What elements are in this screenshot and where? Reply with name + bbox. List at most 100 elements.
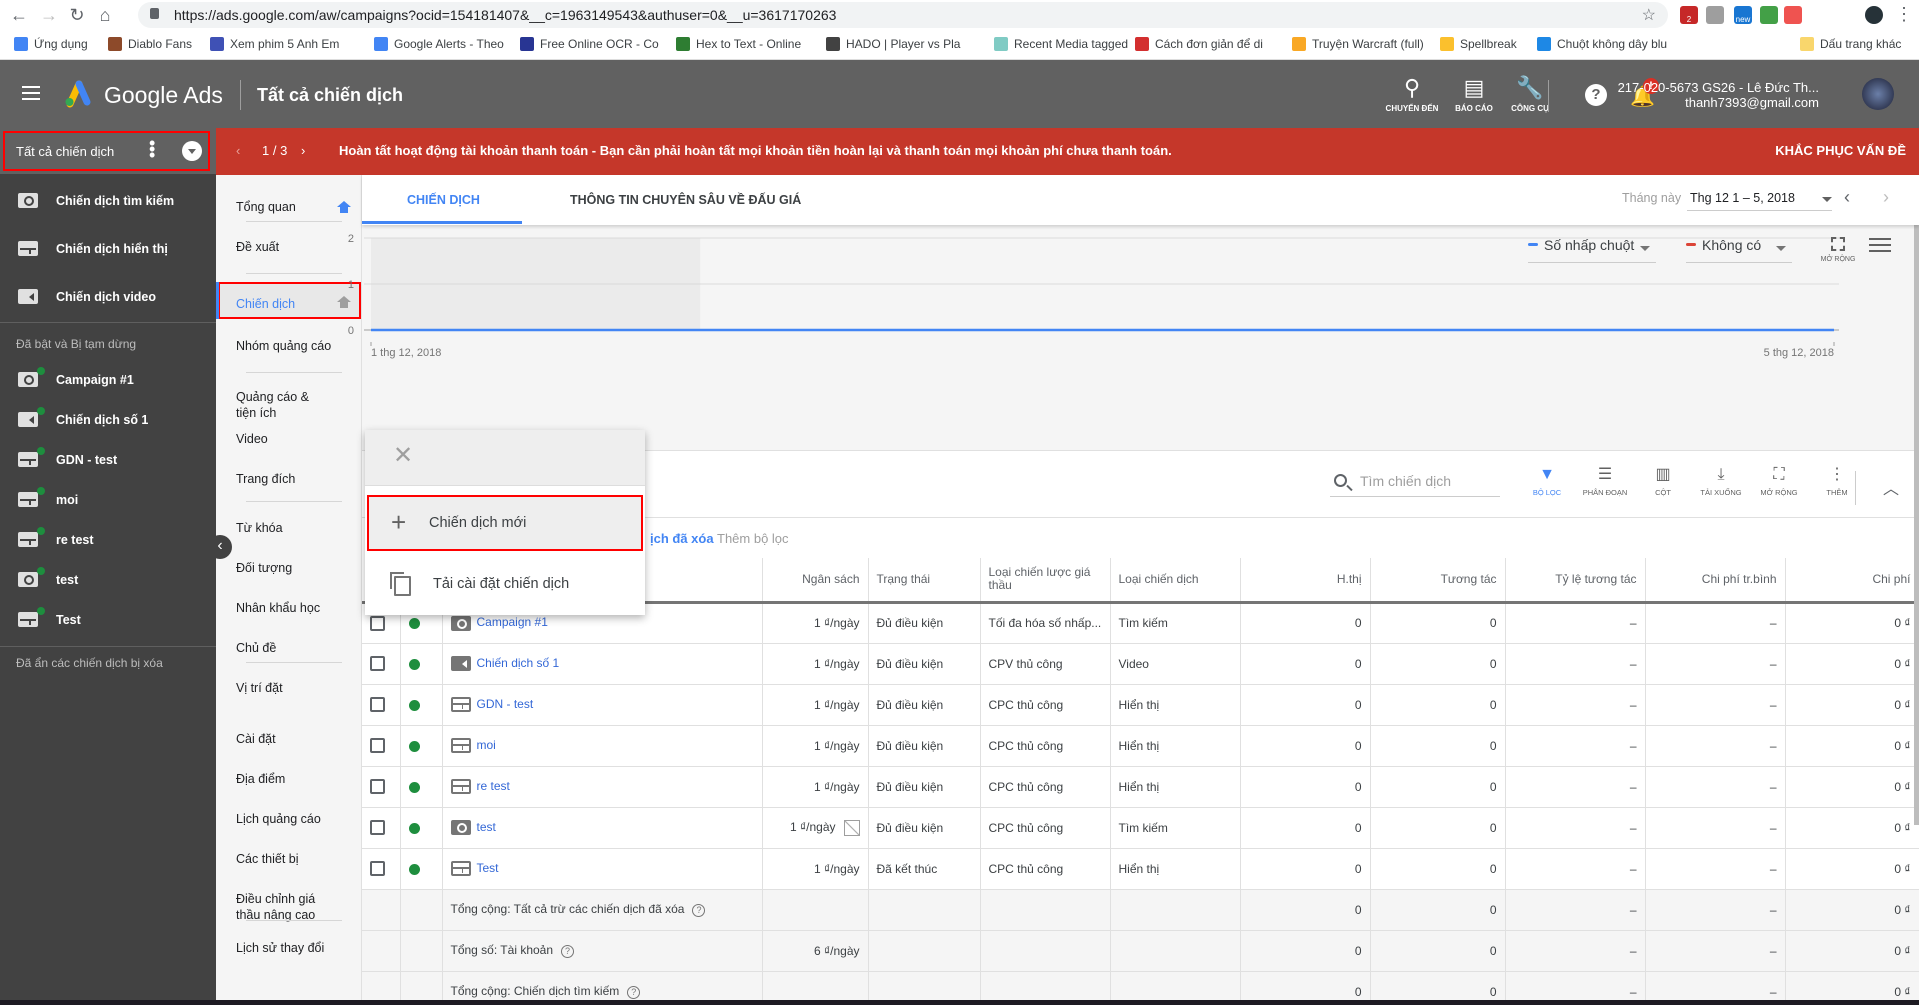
nav-display-campaigns[interactable]: Chiến dịch hiển thị	[0, 230, 216, 270]
column-header-chi-phi[interactable]: Chi phí	[1785, 558, 1919, 604]
table-row[interactable]: GDN - test 1 ₫/ngày Đủ điều kiện CPC thủ cô…	[362, 684, 1919, 726]
budget-cell[interactable]: 1 ₫/ngày	[762, 848, 869, 890]
budget-cell[interactable]: 1 ₫/ngày	[762, 725, 869, 767]
bookmark-hex-to-text-online[interactable]: Hex to Text - Online	[676, 37, 801, 51]
more-vert-icon[interactable]: • • •	[149, 134, 155, 164]
campaign-name-link[interactable]: moi	[477, 738, 496, 752]
row-checkbox[interactable]	[370, 615, 385, 631]
column-header-chi-phi-tr-binh[interactable]: Chi phí tr.bình	[1645, 558, 1786, 604]
home-icon[interactable]	[337, 201, 351, 213]
table-row[interactable]: re test 1 ₫/ngày Đủ điều kiện CPC thủ công H…	[362, 766, 1919, 808]
campaign-name-link[interactable]: Chiến dịch số 1	[477, 656, 560, 670]
page-menu-nhan-khau-hoc[interactable]: Nhân khẩu học	[216, 600, 362, 616]
them-button[interactable]: ⋮ THÊM	[1807, 465, 1867, 497]
metric1-select[interactable]: Số nhấp chuột	[1528, 237, 1656, 263]
column-header-ty-le-tuong-tac[interactable]: Tỷ lệ tương tác	[1505, 558, 1646, 604]
avatar[interactable]	[1862, 78, 1894, 110]
nav-campaign-re-test[interactable]: re test	[0, 521, 216, 561]
row-checkbox[interactable]	[370, 861, 385, 877]
date-dropdown-icon[interactable]	[1822, 197, 1832, 202]
navigator-header[interactable]: Tất cả chiến dịch • • •	[0, 128, 216, 174]
page-menu-trang-dich[interactable]: Trang đích	[216, 471, 362, 487]
budget-cell[interactable]: 1 ₫/ngày	[762, 807, 869, 849]
page-menu-chu-de[interactable]: Chủ đề	[216, 640, 362, 656]
bookmark-recent-media-tagged[interactable]: Recent Media tagged	[994, 37, 1128, 51]
row-checkbox[interactable]	[370, 738, 385, 754]
nav-campaign-campaign-1[interactable]: Campaign #1	[0, 361, 216, 401]
fix-issue-button[interactable]: KHẮC PHỤC VẤN ĐỀ	[1775, 143, 1906, 158]
campaign-name-link[interactable]: GDN - test	[477, 697, 534, 711]
row-checkbox[interactable]	[370, 697, 385, 713]
bid-strategy[interactable]: Tối đa hóa số nhấp...	[980, 602, 1111, 644]
column-header-tuong-tac[interactable]: Tương tác	[1370, 558, 1506, 604]
active-filter[interactable]: ịch đã xóa	[650, 531, 714, 546]
reload-icon[interactable]: ↻	[66, 4, 88, 26]
goto-button[interactable]: ⚲ CHUYỂN ĐẾN	[1382, 76, 1442, 114]
shield-extension-icon[interactable]	[1706, 6, 1724, 24]
help-icon[interactable]: ?	[1585, 84, 1607, 106]
tab-campaigns[interactable]: CHIẾN DỊCH	[407, 193, 480, 207]
column-header-h-thi[interactable]: H.thị	[1240, 558, 1371, 604]
help-icon[interactable]: ?	[561, 944, 575, 958]
nav-campaign-chien-dich-so-1[interactable]: Chiến dịch số 1	[0, 401, 216, 441]
phan-doan-button[interactable]: ☰ PHÂN ĐOẠN	[1575, 465, 1635, 497]
browser-menu-icon[interactable]: ⋮	[1893, 3, 1915, 25]
page-menu-vi-tri-dat[interactable]: Vị trí đặt	[216, 680, 362, 696]
nav-search-campaigns[interactable]: Chiến dịch tìm kiếm	[0, 182, 216, 222]
page-menu-doi-tuong[interactable]: Đối tượng	[216, 560, 362, 576]
page-menu-video[interactable]: Video	[216, 431, 362, 447]
page-menu-dia-diem[interactable]: Địa điểm	[216, 771, 362, 787]
nav-campaign-gdn-test[interactable]: GDN - test	[0, 441, 216, 481]
date-prev-icon[interactable]: ‹	[1844, 187, 1850, 208]
other-bookmarks[interactable]: Dấu trang khác	[1800, 37, 1901, 51]
campaign-search[interactable]	[1330, 471, 1500, 497]
page-menu-dieu-chinh-gia-thau-nang-cao[interactable]: Điều chỉnh giá thầu nâng cao	[216, 891, 326, 923]
cot-button[interactable]: ▥ CỘT	[1633, 465, 1693, 497]
reports-button[interactable]: ▤ BÁO CÁO	[1444, 76, 1504, 114]
hamburger-menu-icon[interactable]	[22, 86, 40, 100]
help-icon[interactable]: ?	[692, 903, 706, 917]
alert-next-icon[interactable]: ›	[301, 143, 305, 158]
collapse-nav-button[interactable]: ‹	[208, 535, 232, 559]
page-menu-quang-cao-tien-ich[interactable]: Quảng cáo & tiện ích	[216, 389, 326, 421]
budget-cell[interactable]: 1 ₫/ngày	[762, 602, 869, 644]
arrow-extension-icon[interactable]	[1784, 6, 1802, 24]
help-icon[interactable]: ?	[627, 985, 641, 999]
bookmark-star-icon[interactable]: ☆	[1642, 5, 1656, 25]
row-checkbox[interactable]	[370, 820, 385, 836]
close-icon[interactable]: ✕	[393, 444, 413, 468]
bookmark-free-online-ocr-co[interactable]: Free Online OCR - Co	[520, 37, 659, 51]
new-extension-icon[interactable]: new	[1734, 6, 1752, 24]
home-icon[interactable]: ⌂	[94, 4, 116, 26]
tab-auction-insights[interactable]: THÔNG TIN CHUYÊN SÂU VỀ ĐẤU GIÁ	[570, 193, 801, 207]
bookmark-google-alerts-theo[interactable]: Google Alerts - Theo	[374, 37, 504, 51]
page-menu-nhom-quang-cao[interactable]: Nhóm quảng cáo	[216, 338, 362, 354]
new-campaign-menu-item[interactable]: + Chiến dịch mới	[367, 495, 643, 551]
bookmark-cach-don-gian-de-di[interactable]: Cách đơn giản để di	[1135, 37, 1263, 51]
search-input[interactable]	[1360, 473, 1495, 489]
budget-cell[interactable]: 1 ₫/ngày	[762, 684, 869, 726]
alert-prev-icon[interactable]: ‹	[236, 143, 240, 158]
column-header-loai-chien-dich[interactable]: Loại chiến dịch	[1110, 558, 1241, 604]
page-menu-cai-dat[interactable]: Cài đặt	[216, 731, 362, 747]
bookmark-chuot-khong-day-blu[interactable]: Chuột không dây blu	[1537, 37, 1667, 51]
chart-adjust-icon[interactable]	[1869, 235, 1891, 255]
globe-extension-icon[interactable]	[1760, 6, 1778, 24]
tools-button[interactable]: 🔧 CÔNG CỤ	[1500, 76, 1560, 114]
campaign-name-link[interactable]: Campaign #1	[477, 615, 548, 629]
home-icon[interactable]	[337, 296, 351, 308]
row-checkbox[interactable]	[370, 656, 385, 672]
column-header-loai-chien-luoc-gia-thau[interactable]: Loại chiến lược giá thầu	[980, 558, 1111, 604]
url-text[interactable]: https://ads.google.com/aw/campaigns?ocid…	[174, 7, 836, 23]
campaign-name-link[interactable]: test	[477, 820, 496, 834]
table-row[interactable]: Test 1 ₫/ngày Đã kết thúc CPC thủ công Hiển …	[362, 848, 1919, 890]
page-menu-de-xuat[interactable]: Đề xuất	[216, 239, 362, 255]
bookmark-truyen-warcraft-full[interactable]: Truyện Warcraft (full)	[1292, 37, 1424, 51]
column-header-trang-thai[interactable]: Trạng thái	[868, 558, 981, 604]
page-menu-lich-su-thay-doi[interactable]: Lịch sử thay đổi	[216, 940, 362, 956]
chart-expand-button[interactable]: MỞ RỘNG	[1818, 237, 1858, 263]
bookmark-diablo-fans[interactable]: Diablo Fans	[108, 37, 192, 51]
bookmark-spellbreak[interactable]: Spellbreak	[1440, 37, 1517, 51]
chevron-up-icon[interactable]: ︿	[1883, 475, 1899, 499]
forward-icon[interactable]: →	[38, 4, 60, 26]
